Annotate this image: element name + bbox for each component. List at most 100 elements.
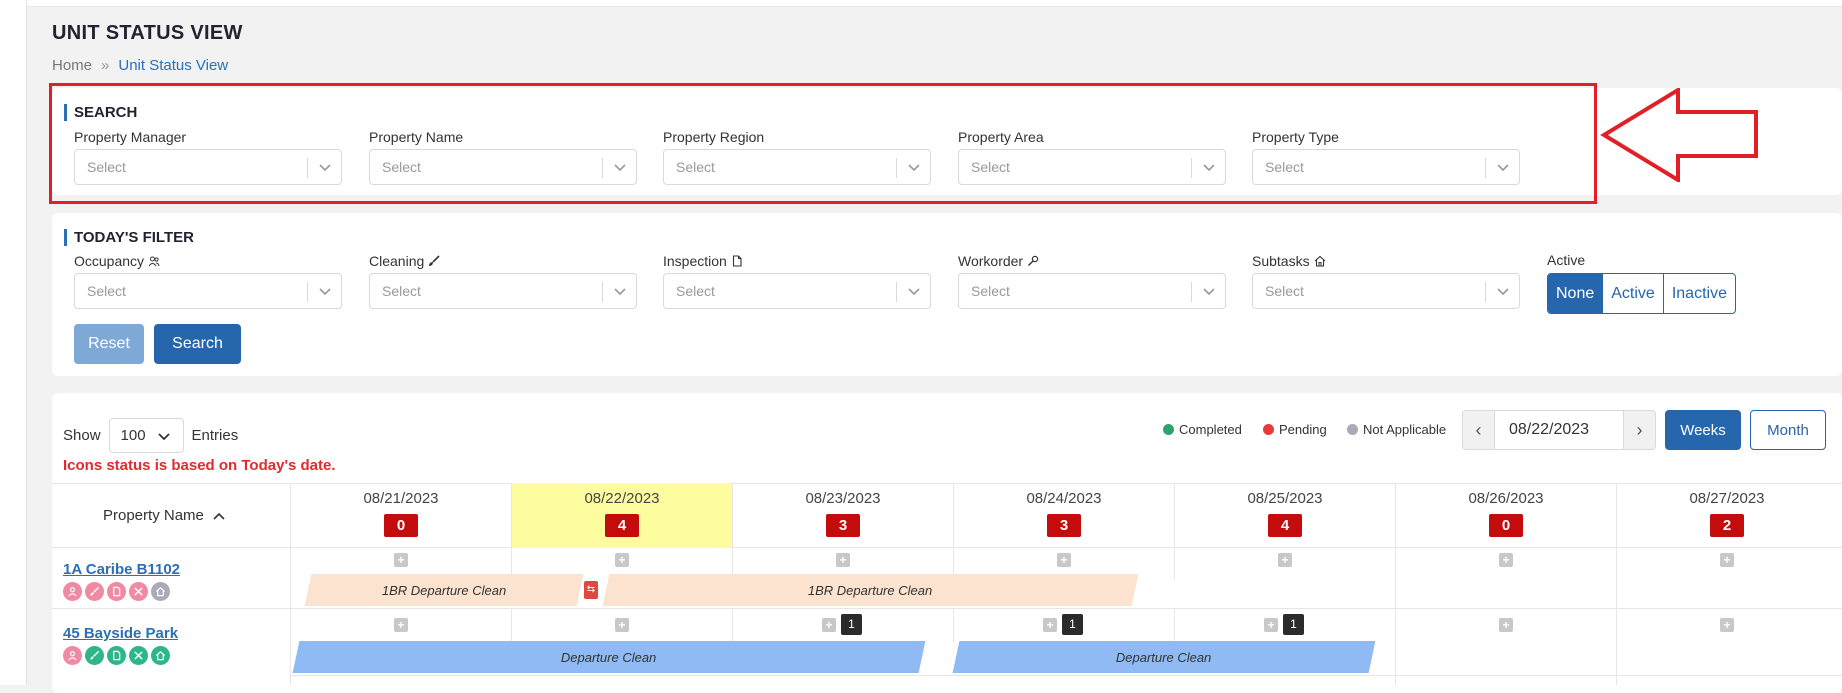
next-date-button[interactable]: › [1624,411,1655,449]
home-icon [1314,255,1325,267]
add-task-button[interactable]: + [836,553,850,567]
legend-completed-label: Completed [1179,422,1242,437]
task-bar[interactable]: Departure Clean [292,641,926,673]
chevron-down-icon [1203,288,1215,296]
workorder-label: Workorder [958,253,1039,269]
day-count-badge[interactable]: 2 [1710,514,1744,537]
active-option-none[interactable]: None [1548,274,1603,313]
occupancy-status-icon[interactable] [63,582,82,601]
cleaning-status-icon[interactable] [85,646,104,665]
add-task-button[interactable]: + [1720,618,1734,632]
day-column-0822: 08/22/2023 4 [511,483,732,548]
month-view-button[interactable]: Month [1750,410,1826,450]
day-column-0825: 08/25/2023 4 [1174,483,1395,548]
active-option-active[interactable]: Active [1602,274,1663,313]
add-task-button[interactable]: + [615,553,629,567]
add-task-button[interactable]: + [615,618,629,632]
day-date: 08/25/2023 [1247,490,1323,507]
highlight-annotation-box [49,83,1597,204]
add-task-button[interactable]: + [1720,553,1734,567]
breadcrumb-home[interactable]: Home [52,57,92,74]
swap-icon[interactable]: ⇆ [584,581,598,599]
property-name-header[interactable]: Property Name [103,507,226,524]
inspection-label: Inspection [663,253,743,269]
reset-button[interactable]: Reset [74,324,144,364]
legend-completed: Completed [1163,422,1242,437]
inspection-label-text: Inspection [663,253,727,269]
add-task-button[interactable]: + [1264,618,1278,632]
inspection-select[interactable]: Select [663,273,931,309]
task-bar[interactable]: 1BR Departure Clean [304,574,584,606]
arrow-left-annotation-icon [1600,88,1758,182]
task-bar[interactable]: 1BR Departure Clean [602,574,1139,606]
pending-dot-icon [1263,424,1274,435]
occupancy-select[interactable]: Select [74,273,342,309]
add-task-button[interactable]: + [1043,618,1057,632]
not-applicable-dot-icon [1347,424,1358,435]
subtasks-status-icon[interactable] [151,582,170,601]
weeks-view-button[interactable]: Weeks [1665,410,1741,450]
day-date: 08/23/2023 [805,490,881,507]
add-task-button[interactable]: + [1057,553,1071,567]
day-count-badge[interactable]: 0 [1489,514,1523,537]
chevron-down-icon [614,288,626,296]
status-icons-row-1 [63,582,170,601]
day-column-0827: 08/27/2023 2 [1616,483,1837,548]
task-count-badge[interactable]: 1 [1062,614,1083,635]
subtasks-label-text: Subtasks [1252,253,1310,269]
day-date: 08/22/2023 [584,490,660,507]
workorder-select[interactable]: Select [958,273,1226,309]
cleaning-select[interactable]: Select [369,273,637,309]
occupancy-label-text: Occupancy [74,253,145,269]
show-label: Show [63,427,101,444]
day-count-badge[interactable]: 4 [1268,514,1302,537]
add-task-button[interactable]: + [394,618,408,632]
task-count-badge[interactable]: 1 [1283,614,1304,635]
inspection-status-icon[interactable] [107,582,126,601]
day-date: 08/27/2023 [1689,490,1765,507]
task-bar[interactable]: Departure Clean [952,641,1376,673]
day-count-badge[interactable]: 0 [384,514,418,537]
add-task-button[interactable]: + [394,553,408,567]
active-label: Active [1547,252,1586,268]
inspection-status-icon[interactable] [107,646,126,665]
entries-select[interactable]: 100 [108,418,184,453]
task-count-badge[interactable]: 1 [841,614,862,635]
select-placeholder: Select [382,283,421,299]
property-link-45-bayside[interactable]: 45 Bayside Park [63,625,178,642]
day-column-0826: 08/26/2023 0 [1395,483,1616,548]
add-task-button[interactable]: + [822,618,836,632]
entries-value: 100 [120,427,146,444]
occupancy-label: Occupancy [74,253,160,269]
breadcrumb-current[interactable]: Unit Status View [118,57,228,74]
subtasks-status-icon[interactable] [151,646,170,665]
workorder-label-text: Workorder [958,253,1024,269]
day-count-badge[interactable]: 4 [605,514,639,537]
chevron-down-icon [1497,288,1509,296]
cleaning-status-icon[interactable] [85,582,104,601]
add-task-button[interactable]: + [1499,553,1513,567]
workorder-status-icon[interactable] [129,582,148,601]
active-option-inactive[interactable]: Inactive [1662,274,1735,313]
entries-control: Show 100 Entries [63,418,238,453]
task-bar-label: Departure Clean [1116,649,1212,665]
chevron-down-icon [319,288,331,296]
add-task-button[interactable]: + [1499,618,1513,632]
current-date-input[interactable]: 08/22/2023 [1494,411,1624,449]
cleaning-label-text: Cleaning [369,253,425,269]
day-column-0824: 08/24/2023 3 [953,483,1174,548]
occupancy-status-icon[interactable] [63,646,82,665]
active-toggle-group: None Active Inactive [1547,273,1736,314]
search-button[interactable]: Search [154,324,241,364]
add-task-button[interactable]: + [1278,553,1292,567]
breadcrumb-separator: » [101,57,110,74]
day-count-badge[interactable]: 3 [826,514,860,537]
workorder-status-icon[interactable] [129,646,148,665]
day-count-badge[interactable]: 3 [1047,514,1081,537]
chevron-down-icon [157,433,170,441]
property-link-1a-caribe[interactable]: 1A Caribe B1102 [63,561,180,578]
prev-date-button[interactable]: ‹ [1463,411,1494,449]
task-bar-label: Departure Clean [561,649,657,665]
subtasks-select[interactable]: Select [1252,273,1520,309]
select-placeholder: Select [971,283,1010,299]
